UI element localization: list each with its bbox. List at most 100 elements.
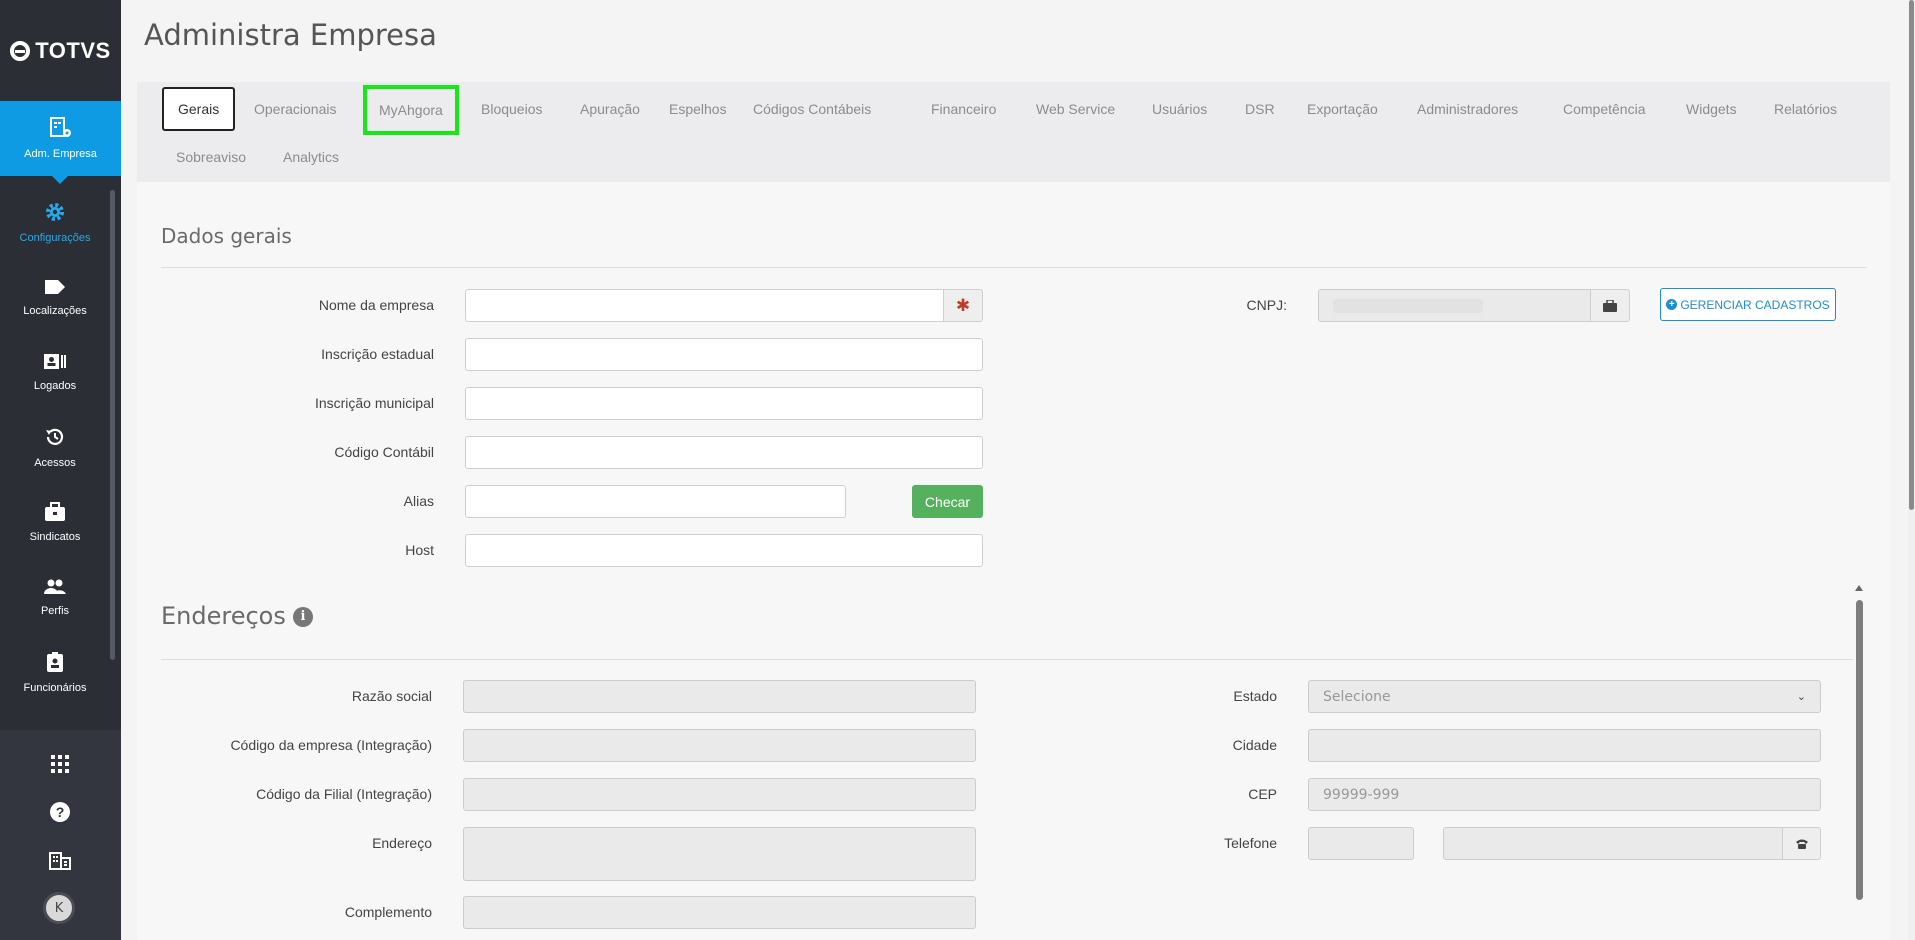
gerenciar-cadastros-label: GERENCIAR CADASTROS — [1680, 297, 1830, 312]
tab-gerais[interactable]: Gerais — [162, 87, 236, 131]
page-scrollbar[interactable] — [1908, 0, 1915, 940]
tab-apuracao[interactable]: Apuração — [566, 87, 654, 131]
tab-codigos-contabeis[interactable]: Códigos Contábeis — [739, 87, 885, 131]
label-complemento: Complemento — [344, 904, 432, 920]
page-scroll-thumb[interactable] — [1909, 0, 1914, 510]
sidebar-item-label: Configurações — [19, 231, 91, 244]
briefcase-icon — [44, 501, 66, 525]
host-input[interactable] — [465, 534, 983, 567]
tag-icon — [44, 278, 66, 299]
sidebar-scrollbar[interactable] — [110, 190, 115, 660]
content-scrollbar[interactable] — [1854, 585, 1864, 940]
sidebar-item-logados[interactable]: Logados — [0, 337, 110, 407]
sidebar-item-sindicatos[interactable]: Sindicatos — [0, 487, 110, 557]
sidebar-item-label: Acessos — [34, 456, 76, 469]
sidebar-item-acessos[interactable]: Acessos — [0, 412, 110, 482]
sidebar-item-configuracoes[interactable]: Configurações — [0, 187, 110, 257]
sidebar-item-label: Sindicatos — [29, 530, 81, 543]
cnpj-briefcase-icon[interactable] — [1590, 289, 1630, 322]
label-host: Host — [405, 542, 434, 558]
tab-bloqueios[interactable]: Bloqueios — [467, 87, 557, 131]
complemento-input[interactable] — [463, 896, 976, 929]
codigo-empresa-input[interactable] — [463, 729, 976, 762]
tab-sobreaviso[interactable]: Sobreaviso — [162, 135, 260, 179]
tab-widgets[interactable]: Widgets — [1672, 87, 1751, 131]
label-telefone: Telefone — [1224, 835, 1277, 851]
nome-empresa-input[interactable] — [465, 289, 953, 322]
sidebar-item-label: Adm. Empresa — [24, 148, 97, 160]
content-scroll-thumb[interactable] — [1856, 600, 1863, 900]
scroll-up-icon[interactable] — [1855, 585, 1863, 591]
tab-administradores[interactable]: Administradores — [1403, 87, 1532, 131]
label-cidade: Cidade — [1232, 737, 1277, 753]
codigo-filial-input[interactable] — [463, 778, 976, 811]
sidebar-item-label: Localizações — [23, 304, 87, 317]
tab-dsr[interactable]: DSR — [1231, 87, 1289, 131]
inscricao-estadual-input[interactable] — [465, 338, 983, 371]
tab-analytics[interactable]: Analytics — [269, 135, 353, 179]
sidebar-item-perfis[interactable]: Perfis — [0, 562, 110, 632]
cnpj-input[interactable] — [1318, 289, 1592, 322]
tab-operacionais[interactable]: Operacionais — [240, 87, 351, 131]
history-icon — [44, 426, 66, 451]
divider — [161, 267, 1867, 268]
estado-selected-value: Selecione — [1323, 688, 1391, 705]
badge-icon — [46, 651, 64, 676]
totvs-logo-mark — [10, 40, 31, 61]
building-icon[interactable] — [48, 848, 72, 872]
avatar[interactable]: K — [43, 892, 75, 924]
logo-text: TOTVS — [35, 37, 111, 63]
avatar-initial: K — [54, 900, 64, 916]
phone-icon[interactable] — [1782, 827, 1821, 860]
tab-myahgora[interactable]: MyAhgora — [363, 85, 459, 135]
tab-relatorios[interactable]: Relatórios — [1760, 87, 1851, 131]
chevron-down-icon: ⌄ — [1796, 690, 1806, 703]
sidebar-item-localizacoes[interactable]: Localizações — [0, 262, 110, 332]
users-icon — [43, 578, 67, 599]
codigo-contabil-input[interactable] — [465, 436, 983, 469]
sidebar-item-label: Perfis — [40, 604, 70, 617]
telefone-numero-input[interactable] — [1443, 827, 1784, 860]
sidebar-item-label: Funcionários — [23, 681, 87, 694]
sidebar-item-adm-empresa[interactable]: Adm. Empresa — [0, 101, 121, 184]
estado-select[interactable]: Selecione ⌄ — [1308, 680, 1821, 713]
endereco-textarea[interactable] — [463, 827, 976, 881]
info-icon[interactable]: i — [293, 607, 313, 627]
label-nome-empresa: Nome da empresa — [318, 297, 434, 313]
razao-social-input[interactable] — [463, 680, 976, 713]
plus-circle-icon: + — [1666, 299, 1678, 310]
tab-usuarios[interactable]: Usuários — [1138, 87, 1221, 131]
cep-input[interactable]: 99999-999 — [1308, 778, 1821, 811]
label-endereco: Endereço — [372, 835, 432, 851]
tab-bar: Gerais Operacionais MyAhgora Bloqueios A… — [137, 82, 1890, 182]
main-content: Dados gerais Nome da empresa ✱ Inscrição… — [137, 182, 1890, 940]
label-inscricao-municipal: Inscrição municipal — [314, 395, 434, 411]
gerenciar-cadastros-button[interactable]: + GERENCIAR CADASTROS — [1660, 288, 1836, 321]
cnpj-redacted — [1333, 298, 1483, 313]
label-estado: Estado — [1233, 688, 1277, 704]
section-title-dados-gerais: Dados gerais — [161, 224, 292, 248]
gear-icon — [44, 201, 66, 226]
label-razao-social: Razão social — [351, 688, 432, 704]
checar-button[interactable]: Checar — [912, 485, 983, 518]
section-title-enderecos: Endereços — [161, 602, 286, 630]
sidebar-item-label: Logados — [33, 379, 77, 392]
inscricao-municipal-input[interactable] — [465, 387, 983, 420]
telefone-ddd-input[interactable] — [1308, 827, 1414, 860]
cidade-input[interactable] — [1308, 729, 1821, 762]
alias-input[interactable] — [465, 485, 846, 518]
tab-competencia[interactable]: Competência — [1549, 87, 1660, 131]
totvs-logo[interactable]: TOTVS — [0, 0, 121, 101]
sidebar-item-funcionarios[interactable]: Funcionários — [0, 637, 110, 707]
apps-grid-icon[interactable] — [48, 752, 72, 776]
required-icon: ✱ — [943, 289, 983, 322]
label-codigo-contabil: Código Contábil — [334, 444, 434, 460]
label-codigo-empresa: Código da empresa (Integração) — [230, 737, 432, 753]
label-alias: Alias — [403, 493, 434, 509]
tab-web-service[interactable]: Web Service — [1022, 87, 1129, 131]
help-icon[interactable]: ? — [48, 800, 72, 824]
tab-financeiro[interactable]: Financeiro — [917, 87, 1010, 131]
tab-espelhos[interactable]: Espelhos — [655, 87, 741, 131]
tab-exportacao[interactable]: Exportação — [1293, 87, 1392, 131]
id-card-icon — [43, 353, 67, 374]
